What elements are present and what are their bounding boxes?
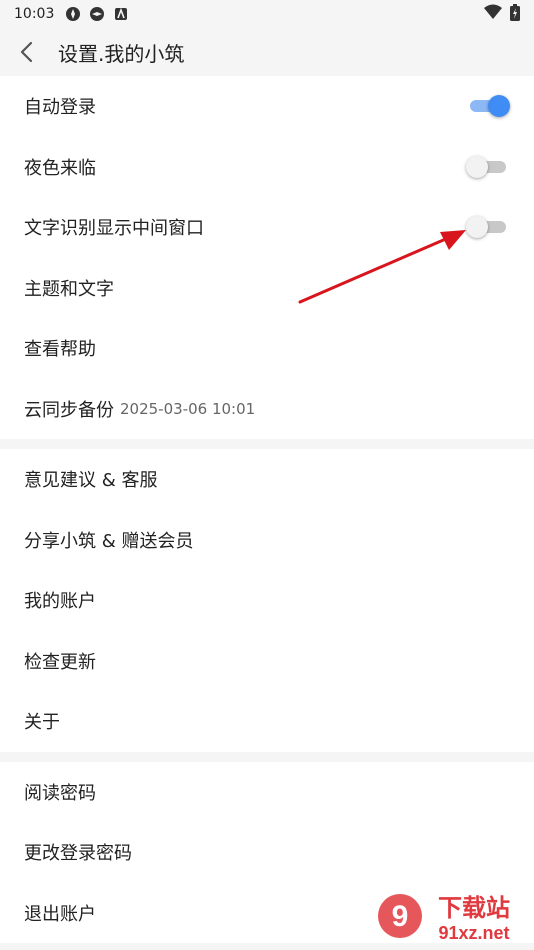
setting-label: 阅读密码 [24, 782, 96, 804]
battery-icon [510, 3, 520, 25]
status-time: 10:03 [14, 6, 55, 22]
backup-timestamp: 2025-03-06 10:01 [120, 399, 256, 418]
back-button[interactable] [2, 28, 50, 76]
ocr-middle-window-toggle[interactable] [466, 215, 510, 239]
setting-ocr-middle-window[interactable]: 文字识别显示中间窗口 [0, 197, 534, 258]
auto-login-toggle[interactable] [466, 94, 510, 118]
setting-feedback[interactable]: 意见建议 & 客服 [0, 449, 534, 510]
setting-reading-password[interactable]: 阅读密码 [0, 762, 534, 823]
setting-theme-text[interactable]: 主题和文字 [0, 258, 534, 319]
setting-label: 文字识别显示中间窗口 [24, 218, 204, 240]
setting-share[interactable]: 分享小筑 & 赠送会员 [0, 510, 534, 571]
setting-change-login-password[interactable]: 更改登录密码 [0, 822, 534, 883]
status-bar: 10:03 [0, 0, 534, 28]
app-bar: 设置.我的小筑 [0, 28, 534, 76]
setting-label: 关于 [24, 712, 60, 734]
setting-label: 退出账户 [24, 903, 96, 925]
setting-label: 查看帮助 [24, 339, 96, 361]
setting-check-update[interactable]: 检查更新 [0, 631, 534, 692]
setting-label: 检查更新 [24, 651, 96, 673]
setting-auto-login[interactable]: 自动登录 [0, 76, 534, 137]
settings-group-support: 意见建议 & 客服 分享小筑 & 赠送会员 我的账户 检查更新 关于 [0, 449, 534, 752]
app-notification-icon [112, 5, 130, 23]
setting-label: 分享小筑 & 赠送会员 [24, 530, 194, 552]
section-divider [0, 439, 534, 449]
page-title: 设置.我的小筑 [58, 41, 185, 66]
setting-label: 云同步备份 [24, 399, 114, 421]
watermark-bottom-text: 91xz.net [438, 923, 509, 943]
night-mode-toggle[interactable] [466, 155, 510, 179]
watermark-top-text: 下载站 [438, 894, 510, 922]
section-divider [0, 751, 534, 762]
setting-about[interactable]: 关于 [0, 691, 534, 752]
setting-label: 意见建议 & 客服 [24, 470, 158, 492]
setting-label: 更改登录密码 [24, 843, 132, 865]
setting-night-mode[interactable]: 夜色来临 [0, 137, 534, 198]
sync-notification-icon-2 [88, 5, 106, 23]
setting-label: 主题和文字 [24, 278, 114, 300]
setting-help[interactable]: 查看帮助 [0, 318, 534, 379]
wifi-icon [484, 4, 502, 24]
back-arrow-icon [20, 41, 33, 63]
watermark-mark: 9 [392, 900, 409, 933]
sync-notification-icon [64, 5, 82, 23]
setting-label: 自动登录 [24, 97, 96, 119]
setting-cloud-backup[interactable]: 云同步备份 2025-03-06 10:01 [0, 379, 534, 440]
setting-my-account[interactable]: 我的账户 [0, 570, 534, 631]
site-watermark-logo: 9 下载站 91xz.net [378, 894, 510, 943]
setting-label: 我的账户 [24, 591, 96, 613]
setting-label: 夜色来临 [24, 157, 96, 179]
settings-group-general: 自动登录 夜色来临 文字识别显示中间窗口 主题和文字 查看帮助 云同步备份 20… [0, 76, 534, 439]
